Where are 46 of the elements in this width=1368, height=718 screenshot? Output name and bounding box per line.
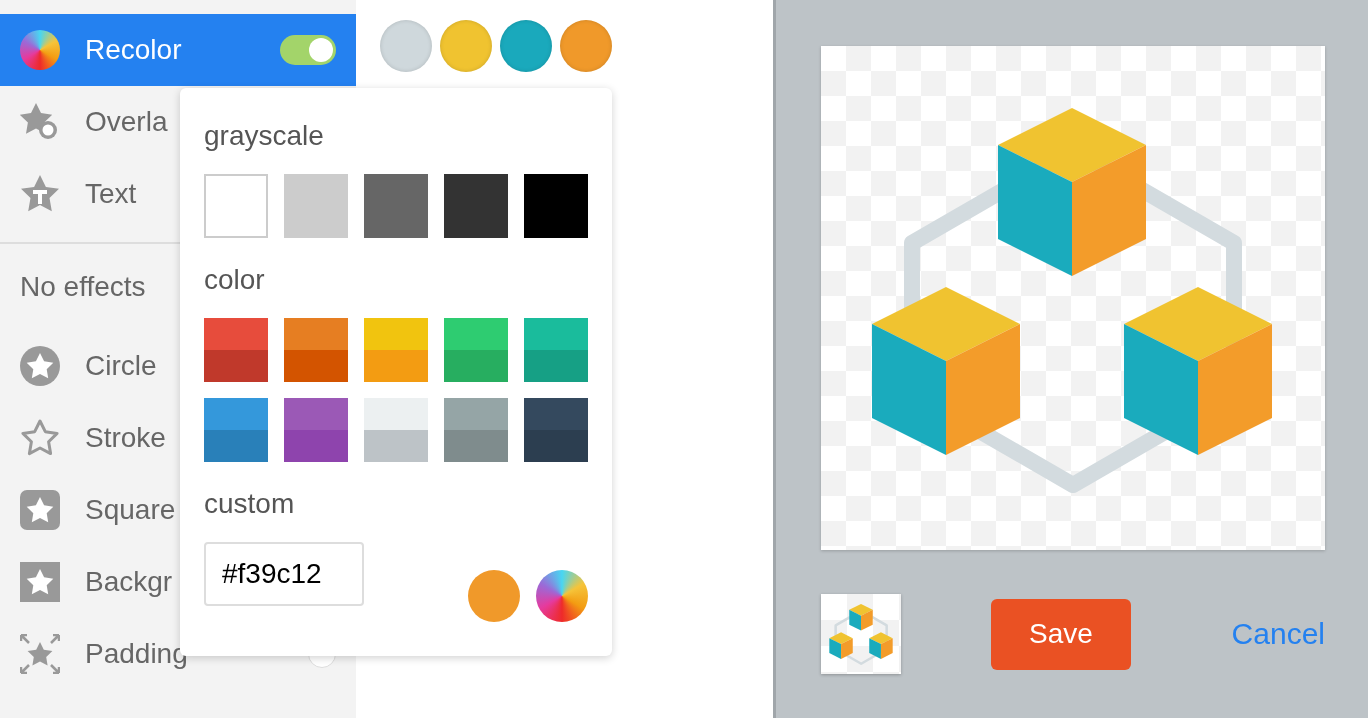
star-outline-icon <box>20 418 60 458</box>
color-swatch[interactable] <box>284 174 348 238</box>
palette-color-dot[interactable] <box>560 20 612 72</box>
frame-item[interactable]: Stroke <box>0 402 356 474</box>
color-swatch[interactable] <box>444 318 508 382</box>
frame-item[interactable]: Circle <box>0 330 356 402</box>
color-swatch[interactable] <box>364 398 428 462</box>
section-title: No effects <box>20 271 146 303</box>
section-title: color <box>204 263 266 297</box>
effect-label: Recolor <box>85 34 182 66</box>
section-title: grayscale <box>204 119 325 153</box>
star-arrows-icon <box>20 634 60 674</box>
hex-input-field[interactable]: #f39c12 <box>204 542 364 606</box>
color-swatch[interactable] <box>204 318 268 382</box>
color-swatch[interactable] <box>204 398 268 462</box>
frame-label: Square <box>85 494 176 526</box>
effect-item[interactable]: Recolor <box>0 14 356 86</box>
effect-label: Text <box>85 178 137 210</box>
palette-color-dot[interactable] <box>380 20 432 72</box>
frame-label: Stroke <box>85 422 166 454</box>
custom-color-dot[interactable] <box>468 570 520 622</box>
effect-item[interactable]: Text <box>0 158 356 230</box>
star-badge-icon <box>20 102 60 142</box>
color-swatch[interactable] <box>284 318 348 382</box>
frame-label: Padding <box>85 638 188 670</box>
text-star-icon <box>20 174 60 214</box>
effect-toggle[interactable] <box>280 35 336 65</box>
color-swatch[interactable] <box>204 174 268 238</box>
effect-label: Overla <box>85 106 168 138</box>
color-swatch[interactable] <box>364 174 428 238</box>
color-wheel-icon[interactable] <box>536 570 588 622</box>
color-swatch[interactable] <box>524 174 588 238</box>
color-swatch[interactable] <box>524 398 588 462</box>
color-swatch[interactable] <box>284 398 348 462</box>
section-title: custom <box>204 487 296 521</box>
frame-label: Circle <box>85 350 157 382</box>
rainbow-circle-icon <box>20 30 60 70</box>
frame-label: Backgr <box>85 566 173 598</box>
save-button[interactable]: Save <box>991 598 1131 670</box>
palette-color-dot[interactable] <box>500 20 552 72</box>
cubes-thumbnail-drawing <box>828 603 894 665</box>
color-swatch[interactable] <box>524 318 588 382</box>
color-swatch[interactable] <box>444 174 508 238</box>
color-swatch[interactable] <box>444 398 508 462</box>
palette-color-dot[interactable] <box>440 20 492 72</box>
color-swatch[interactable] <box>364 318 428 382</box>
